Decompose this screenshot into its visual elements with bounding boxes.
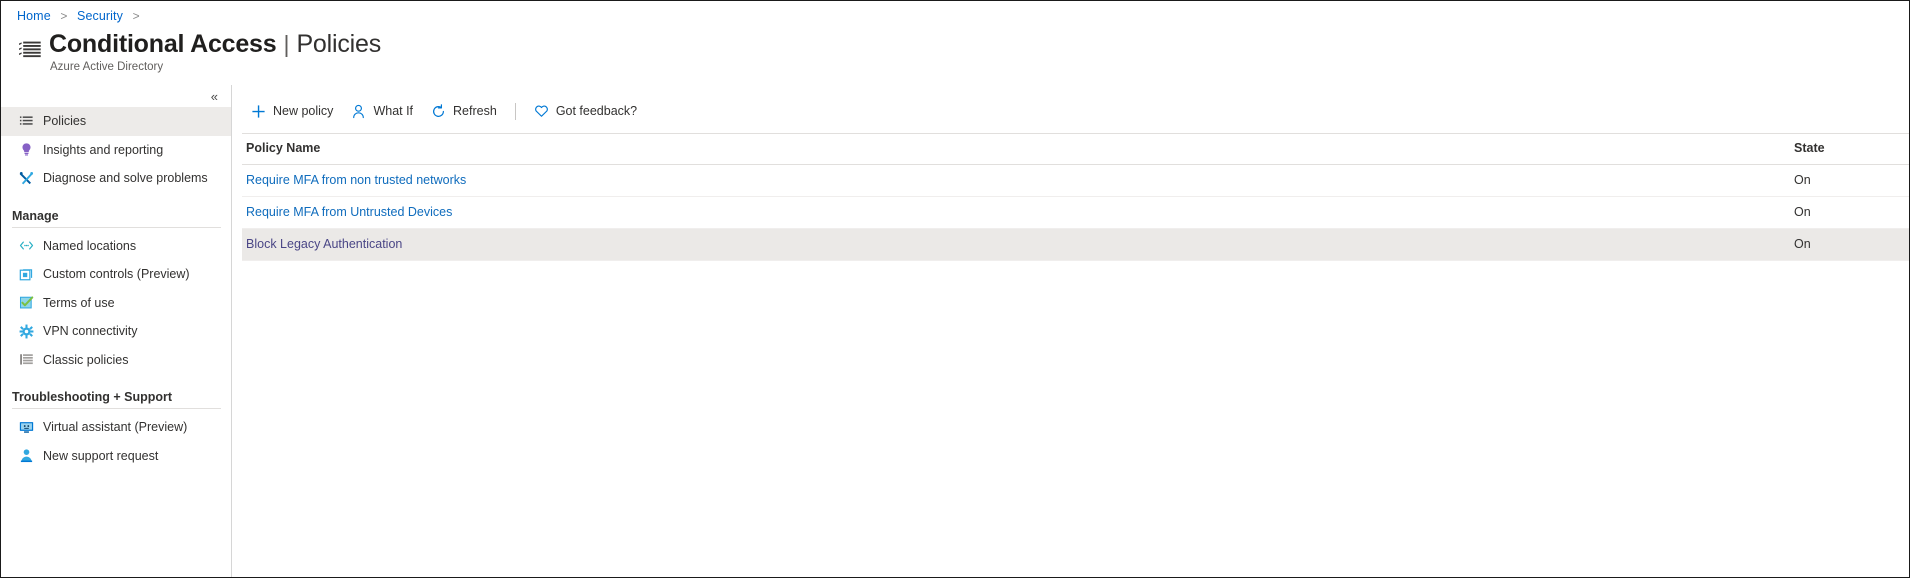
gear-icon <box>18 323 34 339</box>
list-policies-icon <box>17 37 43 63</box>
wrench-screwdriver-icon <box>18 170 34 186</box>
sidebar-item-new-support-request[interactable]: New support request <box>1 442 231 471</box>
azure-portal-conditional-access-page: Home > Security > Conditional Access | P… <box>0 0 1910 578</box>
cell-state: On <box>1794 164 1909 197</box>
breadcrumb-separator-icon: > <box>132 9 140 23</box>
table-header-row: Policy Name State <box>242 133 1909 165</box>
state-value: On <box>1794 237 1811 251</box>
main-content: New policy What If Refresh Got feedback?… <box>232 85 1909 577</box>
code-brackets-icon <box>18 238 34 254</box>
toolbar-divider <box>514 102 516 120</box>
policy-link[interactable]: Require MFA from non trusted networks <box>246 173 466 187</box>
policy-link[interactable]: Block Legacy Authentication <box>246 237 402 251</box>
sidebar: « Policies Insights and reporting Diagno… <box>1 85 232 577</box>
title-divider: | <box>283 31 290 57</box>
sidebar-item-diagnose-and-solve-problems[interactable]: Diagnose and solve problems <box>1 164 231 193</box>
sidebar-item-custom-controls-preview[interactable]: Custom controls (Preview) <box>1 260 231 289</box>
sidebar-item-label: Named locations <box>43 238 137 253</box>
refresh-icon <box>431 103 446 119</box>
sidebar-item-label: Diagnose and solve problems <box>43 171 208 185</box>
table-row[interactable]: Require MFA from Untrusted Devices On <box>242 196 1909 229</box>
cell-state: On <box>1794 196 1909 229</box>
got-feedback-button[interactable]: Got feedback? <box>525 97 646 125</box>
sidebar-item-named-locations[interactable]: Named locations <box>1 232 231 261</box>
sidebar-item-terms-of-use[interactable]: Terms of use <box>1 289 231 318</box>
table-body: Require MFA from non trusted networks On… <box>242 164 1909 261</box>
breadcrumb: Home > Security > <box>17 9 146 23</box>
checkbox-checked-icon <box>18 295 34 311</box>
sidebar-section-divider <box>12 408 221 409</box>
sidebar-item-insights-and-reporting[interactable]: Insights and reporting <box>1 136 231 165</box>
sidebar-item-label: Insights and reporting <box>43 142 164 157</box>
policy-link[interactable]: Require MFA from Untrusted Devices <box>246 205 452 219</box>
breadcrumb-item-security[interactable]: Security <box>77 9 123 23</box>
policies-table: Policy Name State Require MFA from non t… <box>242 133 1909 261</box>
person-support-icon <box>18 448 34 464</box>
sidebar-section-manage-title: Manage <box>12 208 59 223</box>
breadcrumb-separator-icon: > <box>60 9 68 23</box>
page-title: Conditional Access <box>49 30 277 58</box>
list-icon <box>18 113 34 129</box>
sidebar-item-label: Classic policies <box>43 352 129 367</box>
collapse-chevron-icon[interactable]: « <box>208 88 221 105</box>
table-row[interactable]: Require MFA from non trusted networks On <box>242 164 1909 197</box>
sidebar-section-troubleshooting-title: Troubleshooting + Support <box>12 390 173 404</box>
sidebar-item-label: New support request <box>43 448 159 463</box>
column-header-state[interactable]: State <box>1794 133 1909 165</box>
sidebar-item-classic-policies[interactable]: Classic policies <box>1 346 231 375</box>
page-header: Conditional Access | Policies Azure Acti… <box>17 31 381 75</box>
monitor-assistant-icon <box>18 419 34 435</box>
person-icon <box>351 104 366 119</box>
cell-state: On <box>1794 228 1909 261</box>
lightbulb-icon <box>18 142 34 158</box>
sidebar-item-vpn-connectivity[interactable]: VPN connectivity <box>1 317 231 346</box>
what-if-label: What If <box>373 104 414 118</box>
sidebar-item-label: Policies <box>43 114 87 128</box>
body-area: « Policies Insights and reporting Diagno… <box>1 85 1909 577</box>
sidebar-item-label: VPN connectivity <box>43 324 138 338</box>
sidebar-item-label: Custom controls (Preview) <box>43 267 190 281</box>
plus-icon <box>251 104 266 119</box>
cell-policy-name: Block Legacy Authentication <box>242 228 1794 261</box>
sidebar-item-virtual-assistant-preview[interactable]: Virtual assistant (Preview) <box>1 413 231 442</box>
sidebar-item-label: Terms of use <box>43 295 115 310</box>
list-lines-icon <box>18 352 34 368</box>
cell-policy-name: Require MFA from non trusted networks <box>242 164 1794 197</box>
policies-table-container: Policy Name State Require MFA from non t… <box>242 133 1909 261</box>
page-caption: Azure Active Directory <box>50 61 164 74</box>
table-row[interactable]: Block Legacy Authentication On <box>242 228 1909 261</box>
got-feedback-label: Got feedback? <box>555 104 638 118</box>
square-overlay-icon <box>18 266 34 282</box>
sidebar-item-label: Virtual assistant (Preview) <box>43 420 188 434</box>
sidebar-collapse-row: « <box>1 85 231 107</box>
table-head: Policy Name State <box>242 133 1909 165</box>
refresh-label: Refresh <box>453 104 497 118</box>
column-header-policy-name[interactable]: Policy Name <box>242 133 1794 165</box>
sidebar-section-divider <box>12 226 221 228</box>
cell-policy-name: Require MFA from Untrusted Devices <box>242 196 1794 229</box>
command-toolbar: New policy What If Refresh Got feedback? <box>232 85 1909 125</box>
state-value: On <box>1794 205 1811 219</box>
page-subtitle: Policies <box>296 30 381 58</box>
new-policy-label: New policy <box>273 104 334 118</box>
heart-icon <box>534 104 549 119</box>
new-policy-button[interactable]: New policy <box>242 97 342 125</box>
refresh-button[interactable]: Refresh <box>422 97 506 125</box>
sidebar-item-policies[interactable]: Policies <box>1 107 231 136</box>
page-title-block: Conditional Access | Policies Azure Acti… <box>49 30 381 74</box>
state-value: On <box>1794 173 1811 187</box>
what-if-button[interactable]: What If <box>342 97 422 125</box>
breadcrumb-item-home[interactable]: Home <box>17 9 51 23</box>
